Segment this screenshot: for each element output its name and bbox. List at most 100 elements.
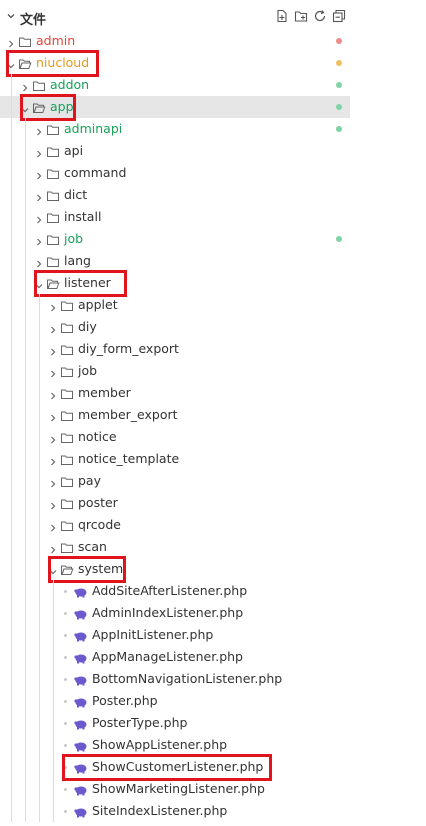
- indent-guide: [25, 316, 26, 338]
- tree-item-label: ShowMarketingListener.php: [92, 781, 265, 796]
- folder-item[interactable]: member: [0, 382, 350, 404]
- folder-item[interactable]: scan: [0, 536, 350, 558]
- chevron-right-icon[interactable]: [33, 211, 45, 224]
- indent-guide: [53, 668, 54, 690]
- file-item[interactable]: ShowMarketingListener.php: [0, 778, 350, 800]
- folder-item[interactable]: niucloud: [0, 50, 350, 77]
- explorer-header: 文件: [0, 0, 350, 34]
- file-item[interactable]: Poster.php: [0, 690, 350, 712]
- folder-item[interactable]: admin: [0, 30, 350, 52]
- file-item[interactable]: BottomNavigationListener.php: [0, 668, 350, 690]
- file-item[interactable]: AdminIndexListener.php: [0, 602, 350, 624]
- php-file-icon: [74, 694, 88, 708]
- chevron-right-icon[interactable]: [47, 541, 59, 554]
- chevron-right-icon[interactable]: [33, 167, 45, 180]
- folder-icon: [60, 452, 74, 466]
- tree-item-label: api: [64, 143, 84, 158]
- chevron-down-icon[interactable]: [19, 101, 31, 113]
- leaf-dot-icon: [64, 656, 67, 659]
- chevron-right-icon[interactable]: [33, 123, 45, 136]
- folder-item[interactable]: poster: [0, 492, 350, 514]
- tree-item-label: applet: [78, 297, 118, 312]
- collapse-all-icon[interactable]: [332, 9, 346, 23]
- indent-guide: [39, 712, 40, 734]
- indent-guide: [53, 624, 54, 646]
- chevron-down-icon[interactable]: [5, 57, 17, 69]
- chevron-right-icon[interactable]: [33, 145, 45, 158]
- new-folder-icon[interactable]: [294, 9, 308, 23]
- chevron-right-icon[interactable]: [47, 409, 59, 422]
- folder-item[interactable]: qrcode: [0, 514, 350, 536]
- folder-item[interactable]: listener: [0, 270, 350, 297]
- folder-item[interactable]: diy: [0, 316, 350, 338]
- explorer-title: 文件: [20, 13, 47, 28]
- file-item[interactable]: ShowAppListener.php: [0, 734, 350, 756]
- chevron-down-icon[interactable]: [47, 563, 59, 575]
- indent-guide: [11, 162, 12, 184]
- indent-guide: [25, 558, 26, 580]
- chevron-right-icon[interactable]: [33, 255, 45, 268]
- folder-item[interactable]: lang: [0, 250, 350, 272]
- chevron-right-icon[interactable]: [33, 189, 45, 202]
- file-item[interactable]: PosterType.php: [0, 712, 350, 734]
- folder-item[interactable]: system: [0, 556, 350, 583]
- new-file-icon[interactable]: [275, 9, 289, 23]
- indent-guide: [53, 734, 54, 756]
- tree-item-label: pay: [78, 473, 101, 488]
- folder-item[interactable]: notice_template: [0, 448, 350, 470]
- chevron-down-icon[interactable]: [33, 277, 45, 289]
- chevron-right-icon[interactable]: [47, 365, 59, 378]
- folder-item[interactable]: notice: [0, 426, 350, 448]
- chevron-down-icon[interactable]: [5, 10, 17, 22]
- leaf-dot-icon: [64, 722, 67, 725]
- file-item[interactable]: ShowCustomerListener.php: [0, 754, 350, 781]
- chevron-right-icon[interactable]: [19, 79, 31, 92]
- folder-item[interactable]: job: [0, 228, 350, 250]
- chevron-right-icon[interactable]: [33, 233, 45, 246]
- chevron-right-icon[interactable]: [47, 475, 59, 488]
- folder-item[interactable]: pay: [0, 470, 350, 492]
- tree-item-label: adminapi: [64, 121, 123, 136]
- chevron-right-icon[interactable]: [47, 387, 59, 400]
- php-file-icon: [74, 628, 88, 642]
- chevron-right-icon[interactable]: [47, 299, 59, 312]
- folder-item[interactable]: install: [0, 206, 350, 228]
- leaf-dot-icon: [64, 744, 67, 747]
- folder-item[interactable]: addon: [0, 74, 350, 96]
- chevron-right-icon[interactable]: [5, 35, 17, 48]
- chevron-right-icon[interactable]: [47, 497, 59, 510]
- indent-guide: [39, 448, 40, 470]
- chevron-right-icon[interactable]: [47, 431, 59, 444]
- indent-guide: [11, 536, 12, 558]
- indent-guide: [39, 602, 40, 624]
- indent-guide: [25, 668, 26, 690]
- file-item[interactable]: AddSiteAfterListener.php: [0, 580, 350, 602]
- file-item[interactable]: SiteIndexListener.php: [0, 800, 350, 822]
- leaf-dot-icon: [64, 590, 67, 593]
- indent-guide: [11, 514, 12, 536]
- tree-item-label: scan: [78, 539, 107, 554]
- chevron-right-icon[interactable]: [47, 343, 59, 356]
- folder-item[interactable]: dict: [0, 184, 350, 206]
- refresh-icon[interactable]: [313, 9, 327, 23]
- chevron-right-icon[interactable]: [47, 519, 59, 532]
- folder-item[interactable]: member_export: [0, 404, 350, 426]
- folder-item[interactable]: applet: [0, 294, 350, 316]
- indent-guide: [25, 140, 26, 162]
- folder-icon: [46, 166, 60, 180]
- chevron-right-icon[interactable]: [47, 321, 59, 334]
- folder-item[interactable]: app: [0, 94, 350, 121]
- chevron-right-icon[interactable]: [47, 453, 59, 466]
- tree-item-label: PosterType.php: [92, 715, 188, 730]
- folder-item[interactable]: command: [0, 162, 350, 184]
- folder-item[interactable]: api: [0, 140, 350, 162]
- folder-item[interactable]: job: [0, 360, 350, 382]
- folder-item[interactable]: adminapi: [0, 118, 350, 140]
- file-item[interactable]: AppManageListener.php: [0, 646, 350, 668]
- folder-item[interactable]: diy_form_export: [0, 338, 350, 360]
- folder-icon: [60, 364, 74, 378]
- indent-guide: [39, 690, 40, 712]
- indent-guide: [53, 756, 54, 778]
- file-item[interactable]: AppInitListener.php: [0, 624, 350, 646]
- indent-guide: [53, 690, 54, 712]
